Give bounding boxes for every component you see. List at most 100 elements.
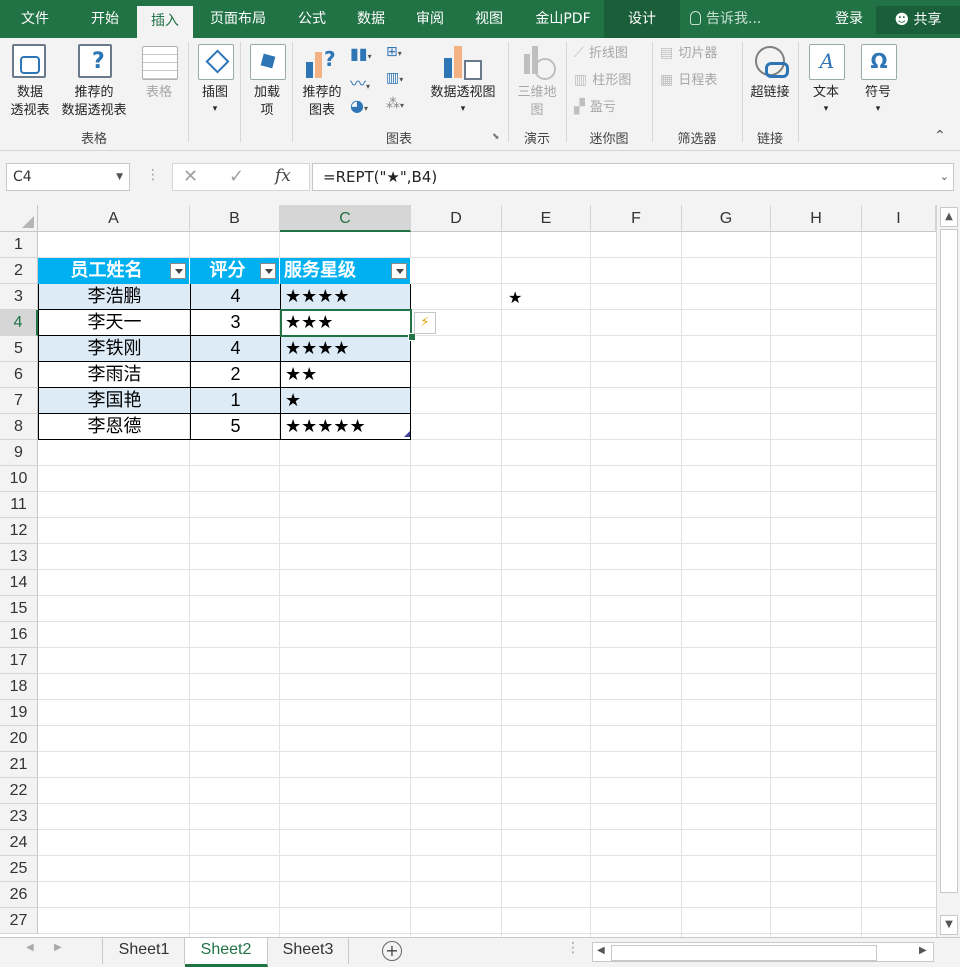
recommended-pivot-button[interactable]: ? 推荐的 数据透视表 (56, 40, 132, 124)
login-button[interactable]: 登录 (835, 0, 863, 38)
filter-dropdown-icon[interactable] (391, 263, 407, 279)
column-header-g[interactable]: G (682, 205, 771, 232)
table-cell[interactable]: 李国艳 (38, 388, 190, 414)
stat-chart-icon[interactable]: ▥▾ (386, 70, 416, 92)
table-cell[interactable]: 李恩德 (38, 414, 190, 440)
row-header-16[interactable]: 16 (0, 622, 38, 648)
row-header-12[interactable]: 12 (0, 518, 38, 544)
expand-formula-icon[interactable]: ⌄ (940, 164, 949, 190)
row-header-27[interactable]: 27 (0, 908, 38, 934)
scroll-thumb[interactable] (940, 229, 958, 893)
name-box[interactable]: C4 ▼ (6, 163, 130, 191)
table-cell[interactable]: 李雨洁 (38, 362, 190, 388)
scroll-thumb[interactable] (611, 945, 877, 961)
row-header-23[interactable]: 23 (0, 804, 38, 830)
row-header-15[interactable]: 15 (0, 596, 38, 622)
share-button[interactable]: ☻ 共享 (876, 6, 960, 34)
sparkline-line-button[interactable]: ⟋ 折线图 (574, 42, 628, 64)
column-header-e[interactable]: E (502, 205, 591, 232)
table-cell[interactable]: ★★★★ (280, 336, 411, 362)
table-cell[interactable]: ★★★★ (280, 284, 411, 310)
row-header-14[interactable]: 14 (0, 570, 38, 596)
row-header-9[interactable]: 9 (0, 440, 38, 466)
collapse-ribbon-icon[interactable]: ⌃ (934, 128, 946, 144)
row-header-19[interactable]: 19 (0, 700, 38, 726)
row-header-5[interactable]: 5 (0, 336, 38, 362)
scroll-down-icon[interactable]: ▼ (940, 915, 958, 935)
table-cell[interactable]: 4 (190, 336, 280, 362)
timeline-button[interactable]: ▦ 日程表 (660, 69, 717, 91)
confirm-icon[interactable]: ✓ (229, 166, 244, 187)
slicer-button[interactable]: ▤ 切片器 (660, 42, 717, 64)
next-sheet-icon[interactable]: ▶ (54, 942, 62, 953)
prev-sheet-icon[interactable]: ◀ (26, 942, 34, 953)
scroll-left-icon[interactable]: ◀ (597, 945, 605, 956)
vertical-scrollbar[interactable]: ▲ ▼ (936, 205, 960, 937)
column-header-b[interactable]: B (190, 205, 280, 232)
table-cell[interactable]: ★★ (280, 362, 411, 388)
table-header-cell[interactable]: 服务星级 (280, 258, 411, 284)
function-icon[interactable]: fx (275, 166, 291, 186)
scroll-right-icon[interactable]: ▶ (919, 945, 927, 956)
select-all-corner[interactable] (0, 205, 38, 232)
table-cell[interactable]: 李天一 (38, 310, 190, 336)
column-header-a[interactable]: A (38, 205, 190, 232)
row-header-1[interactable]: 1 (0, 232, 38, 258)
column-header-h[interactable]: H (771, 205, 862, 232)
row-header-22[interactable]: 22 (0, 778, 38, 804)
table-header-cell[interactable]: 员工姓名 (38, 258, 190, 284)
table-cell[interactable]: 李浩鹏 (38, 284, 190, 310)
column-header-f[interactable]: F (591, 205, 682, 232)
row-header-17[interactable]: 17 (0, 648, 38, 674)
row-header-6[interactable]: 6 (0, 362, 38, 388)
hierarchy-chart-icon[interactable]: ⊞▾ (386, 44, 416, 66)
table-cell[interactable]: 2 (190, 362, 280, 388)
table-cell[interactable]: 李铁刚 (38, 336, 190, 362)
row-header-10[interactable]: 10 (0, 466, 38, 492)
table-cell[interactable]: 5 (190, 414, 280, 440)
table-cell[interactable]: 1 (190, 388, 280, 414)
add-sheet-icon[interactable]: + (382, 941, 402, 961)
tab-design[interactable]: 设计 (604, 0, 680, 38)
tab-insert[interactable]: 插入 (137, 6, 193, 38)
table-cell[interactable]: ★★★★★ (280, 414, 411, 440)
tab-home[interactable]: 开始 (78, 0, 132, 38)
table-cell[interactable]: 4 (190, 284, 280, 310)
tab-jinshan-pdf[interactable]: 金山PDF (526, 0, 600, 38)
tab-formulas[interactable]: 公式 (288, 0, 336, 38)
sparkline-column-button[interactable]: ▥ 柱形图 (574, 69, 631, 91)
scatter-chart-icon[interactable]: ⁂▾ (386, 96, 416, 118)
3d-map-button[interactable]: 三维地 图 (512, 40, 562, 124)
column-header-i[interactable]: I (862, 205, 936, 232)
pivot-table-button[interactable]: 数据 透视表 (4, 40, 56, 124)
row-header-13[interactable]: 13 (0, 544, 38, 570)
addins-button[interactable]: 加载 项 (246, 40, 288, 124)
filter-dropdown-icon[interactable] (170, 263, 186, 279)
row-header-3[interactable]: 3 (0, 284, 38, 310)
horizontal-scrollbar[interactable]: ◀ ▶ (592, 942, 934, 962)
formula-input[interactable]: =REPT("★",B4) ⌄ (312, 163, 954, 191)
sheet-tab-sheet2[interactable]: Sheet2 (185, 938, 268, 967)
hyperlink-button[interactable]: 超链接 (744, 40, 796, 124)
sparkline-winloss-button[interactable]: ▞ 盈亏 (574, 96, 616, 118)
dialog-launcher-icon[interactable]: ⬊ (492, 132, 500, 142)
table-cell[interactable]: ★ (280, 388, 411, 414)
table-button[interactable]: 表格 (136, 40, 182, 124)
row-header-26[interactable]: 26 (0, 882, 38, 908)
tab-file[interactable]: 文件 (10, 0, 60, 38)
column-chart-icon[interactable]: ▮▮▾ (350, 44, 380, 66)
scroll-up-icon[interactable]: ▲ (940, 207, 958, 227)
pivot-chart-button[interactable]: 数据透视图 ▾ (422, 40, 504, 124)
row-header-4[interactable]: 4 (0, 310, 38, 336)
tab-data[interactable]: 数据 (347, 0, 395, 38)
row-header-8[interactable]: 8 (0, 414, 38, 440)
sheet-tab-sheet1[interactable]: Sheet1 (104, 938, 185, 964)
flash-fill-icon[interactable]: ⚡ (414, 312, 436, 334)
column-header-c[interactable]: C (280, 205, 411, 232)
filter-dropdown-icon[interactable] (260, 263, 276, 279)
line-chart-icon[interactable]: 〰▾ (350, 70, 380, 93)
symbol-button[interactable]: Ω 符号 ▾ (856, 40, 900, 124)
tell-me-search[interactable]: 告诉我... (690, 0, 761, 38)
row-header-18[interactable]: 18 (0, 674, 38, 700)
tab-review[interactable]: 审阅 (406, 0, 454, 38)
